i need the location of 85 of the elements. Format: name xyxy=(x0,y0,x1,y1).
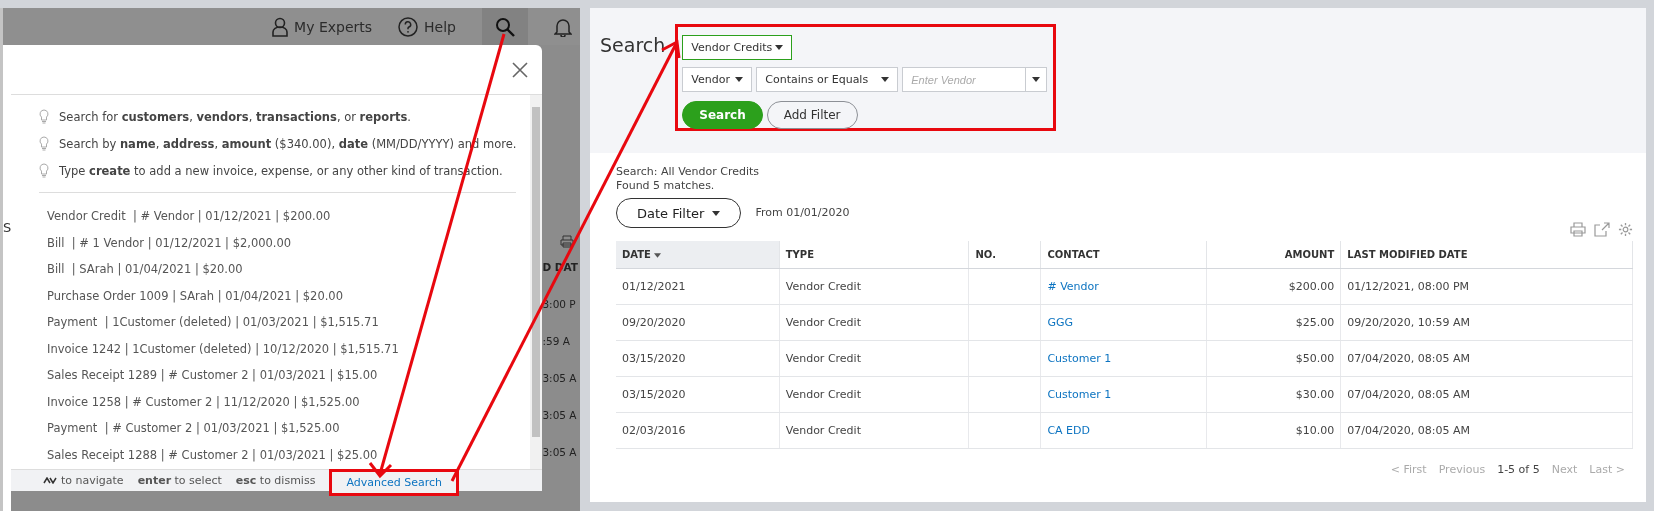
search-result[interactable]: Bill | SArah | 01/04/2021 | $20.00 xyxy=(39,256,517,283)
dropdown-button[interactable] xyxy=(1025,67,1048,92)
close-icon[interactable] xyxy=(512,61,529,78)
search-result[interactable]: Bill | # 1 Vendor | 01/12/2021 | $2,000.00 xyxy=(39,229,517,256)
keyboard-hint: enter to select xyxy=(137,474,222,487)
search-result[interactable]: Invoice 1258 | # Customer 2 | 11/12/2020 | $1,525.00 xyxy=(39,388,517,415)
table-cell: $200.00 xyxy=(1288,279,1335,293)
sort-caret-icon xyxy=(654,252,662,258)
time-fragment: 3:00 P xyxy=(542,296,577,312)
date-filter-button[interactable]: Date Filter xyxy=(616,198,742,228)
time-fragment: 3:05 A xyxy=(542,407,578,423)
search-result[interactable]: Invoice 1242 | 1Customer (deleted) | 10/12/2020 | $1,515.71 xyxy=(39,335,517,362)
search-result[interactable]: Sales Receipt 1288 | # Customer 2 | 01/03/2021 | $25.00 xyxy=(39,441,517,468)
table-cell: 09/20/2020 xyxy=(622,315,686,329)
table-cell: 07/04/2020, 08:05 AM xyxy=(1347,351,1470,365)
column-header[interactable]: DATE xyxy=(616,241,780,268)
table-cell: 01/12/2021 xyxy=(622,279,686,293)
keyboard-hint: to navigate xyxy=(61,474,124,487)
keyboard-hint: esc to dismiss xyxy=(235,474,316,487)
table-cell: 09/20/2020, 10:59 AM xyxy=(1347,315,1470,329)
caret-icon xyxy=(735,77,744,82)
column-header[interactable]: TYPE xyxy=(779,241,969,268)
caret-icon xyxy=(775,45,784,50)
search-result[interactable]: Payment | 1Customer (deleted) | 01/03/2021 | $1,515.71 xyxy=(39,309,517,336)
table-cell: 03/15/2020 xyxy=(622,387,686,401)
contact-link[interactable]: GGG xyxy=(1047,315,1073,329)
column-header[interactable]: NO. xyxy=(969,241,1041,268)
vendor-field[interactable]: Enter Vendor xyxy=(902,67,1026,92)
top-bar-link[interactable]: Help xyxy=(398,16,456,37)
export-icon[interactable] xyxy=(1594,222,1610,237)
printer-icon xyxy=(560,235,575,248)
table-cell: Vendor Credit xyxy=(785,315,861,329)
caret-icon xyxy=(1032,77,1041,82)
lightbulb-icon xyxy=(39,109,49,124)
caret-icon xyxy=(881,77,890,82)
scrollbar[interactable] xyxy=(530,95,543,469)
date-range: From 01/01/2020 xyxy=(755,206,850,220)
match-count: Found 5 matches. xyxy=(616,179,716,193)
contact-link[interactable]: # Vendor xyxy=(1047,279,1099,293)
page-title: Search xyxy=(600,33,666,58)
column-header[interactable]: LAST MODIFIED DATE xyxy=(1340,241,1633,268)
settings-icon[interactable] xyxy=(1618,222,1633,237)
table-cell: 01/12/2021, 08:00 PM xyxy=(1347,279,1470,293)
table-cell: $25.00 xyxy=(1295,315,1335,329)
table-cell: $30.00 xyxy=(1295,387,1335,401)
table-cell: $10.00 xyxy=(1295,423,1335,437)
help-icon xyxy=(398,16,419,37)
top-bar-link[interactable]: My Experts xyxy=(272,16,373,37)
search-summary: Search: All Vendor Credits xyxy=(616,165,761,179)
filter-dropdown[interactable]: Contains or Equals xyxy=(756,67,899,92)
caret-icon xyxy=(712,210,721,216)
page-text-fragment: S xyxy=(3,220,12,235)
table-cell: Vendor Credit xyxy=(785,387,861,401)
search-icon[interactable] xyxy=(495,16,515,37)
add-filter-button[interactable]: Add Filter xyxy=(766,101,858,129)
search-tip: Search for customers, vendors, transactions, or reports. xyxy=(59,109,411,124)
column-header[interactable]: CONTACT xyxy=(1040,241,1207,268)
table-cell: 07/04/2020, 08:05 AM xyxy=(1347,387,1470,401)
time-fragment: 3:05 A xyxy=(542,370,578,386)
table-cell: 02/03/2016 xyxy=(622,423,686,437)
filter-dropdown[interactable]: Vendor xyxy=(682,67,753,92)
search-result[interactable]: Payment | # Customer 2 | 01/03/2021 | $1,525.00 xyxy=(39,415,517,442)
table-cell: Vendor Credit xyxy=(785,423,861,437)
transaction-type-dropdown[interactable]: Vendor Credits xyxy=(682,35,793,60)
search-result[interactable]: Purchase Order 1009 | SArah | 01/04/2021 | $20.00 xyxy=(39,282,517,309)
person-icon xyxy=(272,16,289,37)
column-header[interactable]: AMOUNT xyxy=(1206,241,1341,268)
bell-icon[interactable] xyxy=(554,16,572,37)
contact-link[interactable]: Customer 1 xyxy=(1047,351,1112,365)
table-cell: 07/04/2020, 08:05 AM xyxy=(1347,423,1470,437)
lightbulb-icon xyxy=(39,163,49,178)
time-fragment: :59 A xyxy=(542,333,571,349)
contact-link[interactable]: Customer 1 xyxy=(1047,387,1112,401)
time-fragment: 3:05 A xyxy=(542,444,578,460)
advanced-search-link[interactable]: Advanced Search xyxy=(346,476,442,489)
contact-link[interactable]: CA EDD xyxy=(1047,423,1090,437)
search-result[interactable]: Vendor Credit | # Vendor | 01/12/2021 | $200.00 xyxy=(39,203,517,230)
table-cell: 03/15/2020 xyxy=(622,351,686,365)
page-range: 1-5 of 5 xyxy=(1497,462,1540,476)
search-result[interactable]: Sales Receipt 1289 | # Customer 2 | 01/03/2021 | $15.00 xyxy=(39,362,517,389)
up-down-arrows-icon xyxy=(43,477,57,484)
lightbulb-icon xyxy=(39,136,49,151)
table-cell: $50.00 xyxy=(1295,351,1335,365)
table-cell: Vendor Credit xyxy=(785,279,861,293)
table-cell: Vendor Credit xyxy=(785,351,861,365)
